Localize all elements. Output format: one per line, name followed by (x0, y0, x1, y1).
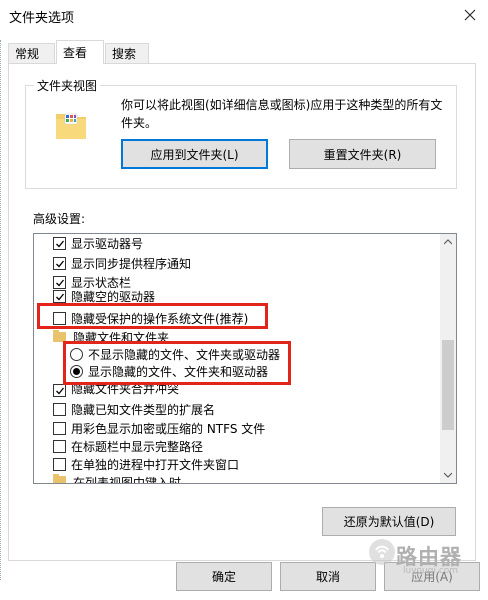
scroll-up-button[interactable] (440, 234, 456, 250)
cancel-button[interactable]: 取消 (280, 562, 376, 591)
list-item[interactable]: 隐藏已知文件类型的扩展名 (53, 400, 215, 419)
left-edge (0, 40, 2, 580)
item-label: 在列表视图中键入时 (73, 476, 182, 483)
item-label: 显示状态栏 (71, 276, 132, 290)
item-label: 隐藏已知文件类型的扩展名 (71, 403, 216, 417)
highlight-box-hidden-files (63, 341, 291, 385)
router-logo-icon (369, 539, 395, 565)
list-item[interactable]: 隐藏文件夹合并冲突 (53, 383, 179, 397)
reset-folders-button[interactable]: 重置文件夹(R) (289, 139, 436, 169)
list-item: 在列表视图中键入时 (53, 474, 181, 483)
tab-general[interactable]: 常规 (8, 43, 55, 63)
checkbox[interactable] (53, 458, 66, 471)
vertical-scrollbar[interactable] (440, 234, 456, 483)
item-label: 在标题栏中显示完整路径 (71, 440, 204, 454)
watermark-logo (368, 538, 396, 569)
chevron-up-icon (444, 239, 452, 245)
checkbox[interactable] (53, 257, 66, 270)
checkbox[interactable] (53, 403, 66, 416)
watermark-subtext: luyouqi.com (403, 566, 459, 576)
item-label: 在单独的进程中打开文件夹窗口 (71, 458, 240, 472)
checkmark-icon (55, 279, 64, 286)
list-item[interactable]: 在单独的进程中打开文件夹窗口 (53, 455, 239, 474)
checkbox[interactable] (53, 440, 66, 453)
ok-button[interactable]: 确定 (176, 562, 272, 591)
list-item[interactable]: 显示驱动器号 (53, 234, 143, 253)
checkbox[interactable] (53, 422, 66, 435)
close-button[interactable] (452, 0, 488, 30)
checkbox[interactable] (53, 290, 66, 303)
list-item[interactable]: 在标题栏中显示完整路径 (53, 437, 203, 456)
item-label: 隐藏文件夹合并冲突 (71, 383, 180, 396)
close-icon (464, 9, 476, 21)
folder-icon (53, 474, 66, 483)
scroll-thumb[interactable] (442, 340, 454, 430)
checkbox[interactable] (53, 384, 66, 397)
item-label: 显示同步提供程序通知 (71, 257, 192, 271)
window-title: 文件夹选项 (9, 11, 75, 26)
advanced-settings-label: 高级设置: (33, 212, 86, 226)
list-item[interactable]: 用彩色显示加密或压缩的 NTFS 文件 (53, 419, 265, 438)
folder-views-title: 文件夹视图 (34, 77, 101, 94)
item-label: 用彩色显示加密或压缩的 NTFS 文件 (71, 422, 266, 436)
folder-views-icon (54, 108, 88, 145)
tab-view[interactable]: 查看 (56, 40, 104, 64)
list-item[interactable]: 隐藏空的驱动器 (53, 290, 155, 303)
checkbox[interactable] (53, 276, 66, 289)
checkmark-icon (55, 293, 64, 300)
checkbox[interactable] (53, 237, 66, 250)
apply-to-folders-button[interactable]: 应用到文件夹(L) (121, 139, 268, 169)
item-label: 显示驱动器号 (71, 237, 144, 251)
checkmark-icon (55, 240, 64, 247)
highlight-box-protected-files (37, 303, 268, 329)
checkmark-icon (55, 260, 64, 267)
item-label: 隐藏空的驱动器 (71, 290, 156, 303)
scroll-down-button[interactable] (440, 467, 456, 483)
restore-defaults-button[interactable]: 还原为默认值(D) (322, 507, 456, 536)
chevron-down-icon (444, 472, 452, 478)
checkmark-icon (55, 387, 64, 394)
list-item[interactable]: 显示同步提供程序通知 (53, 254, 191, 273)
folder-views-description: 你可以将此视图(如详细信息或图标)应用于这种类型的所有文件夹。 (121, 98, 443, 130)
tab-search[interactable]: 搜索 (105, 43, 149, 63)
